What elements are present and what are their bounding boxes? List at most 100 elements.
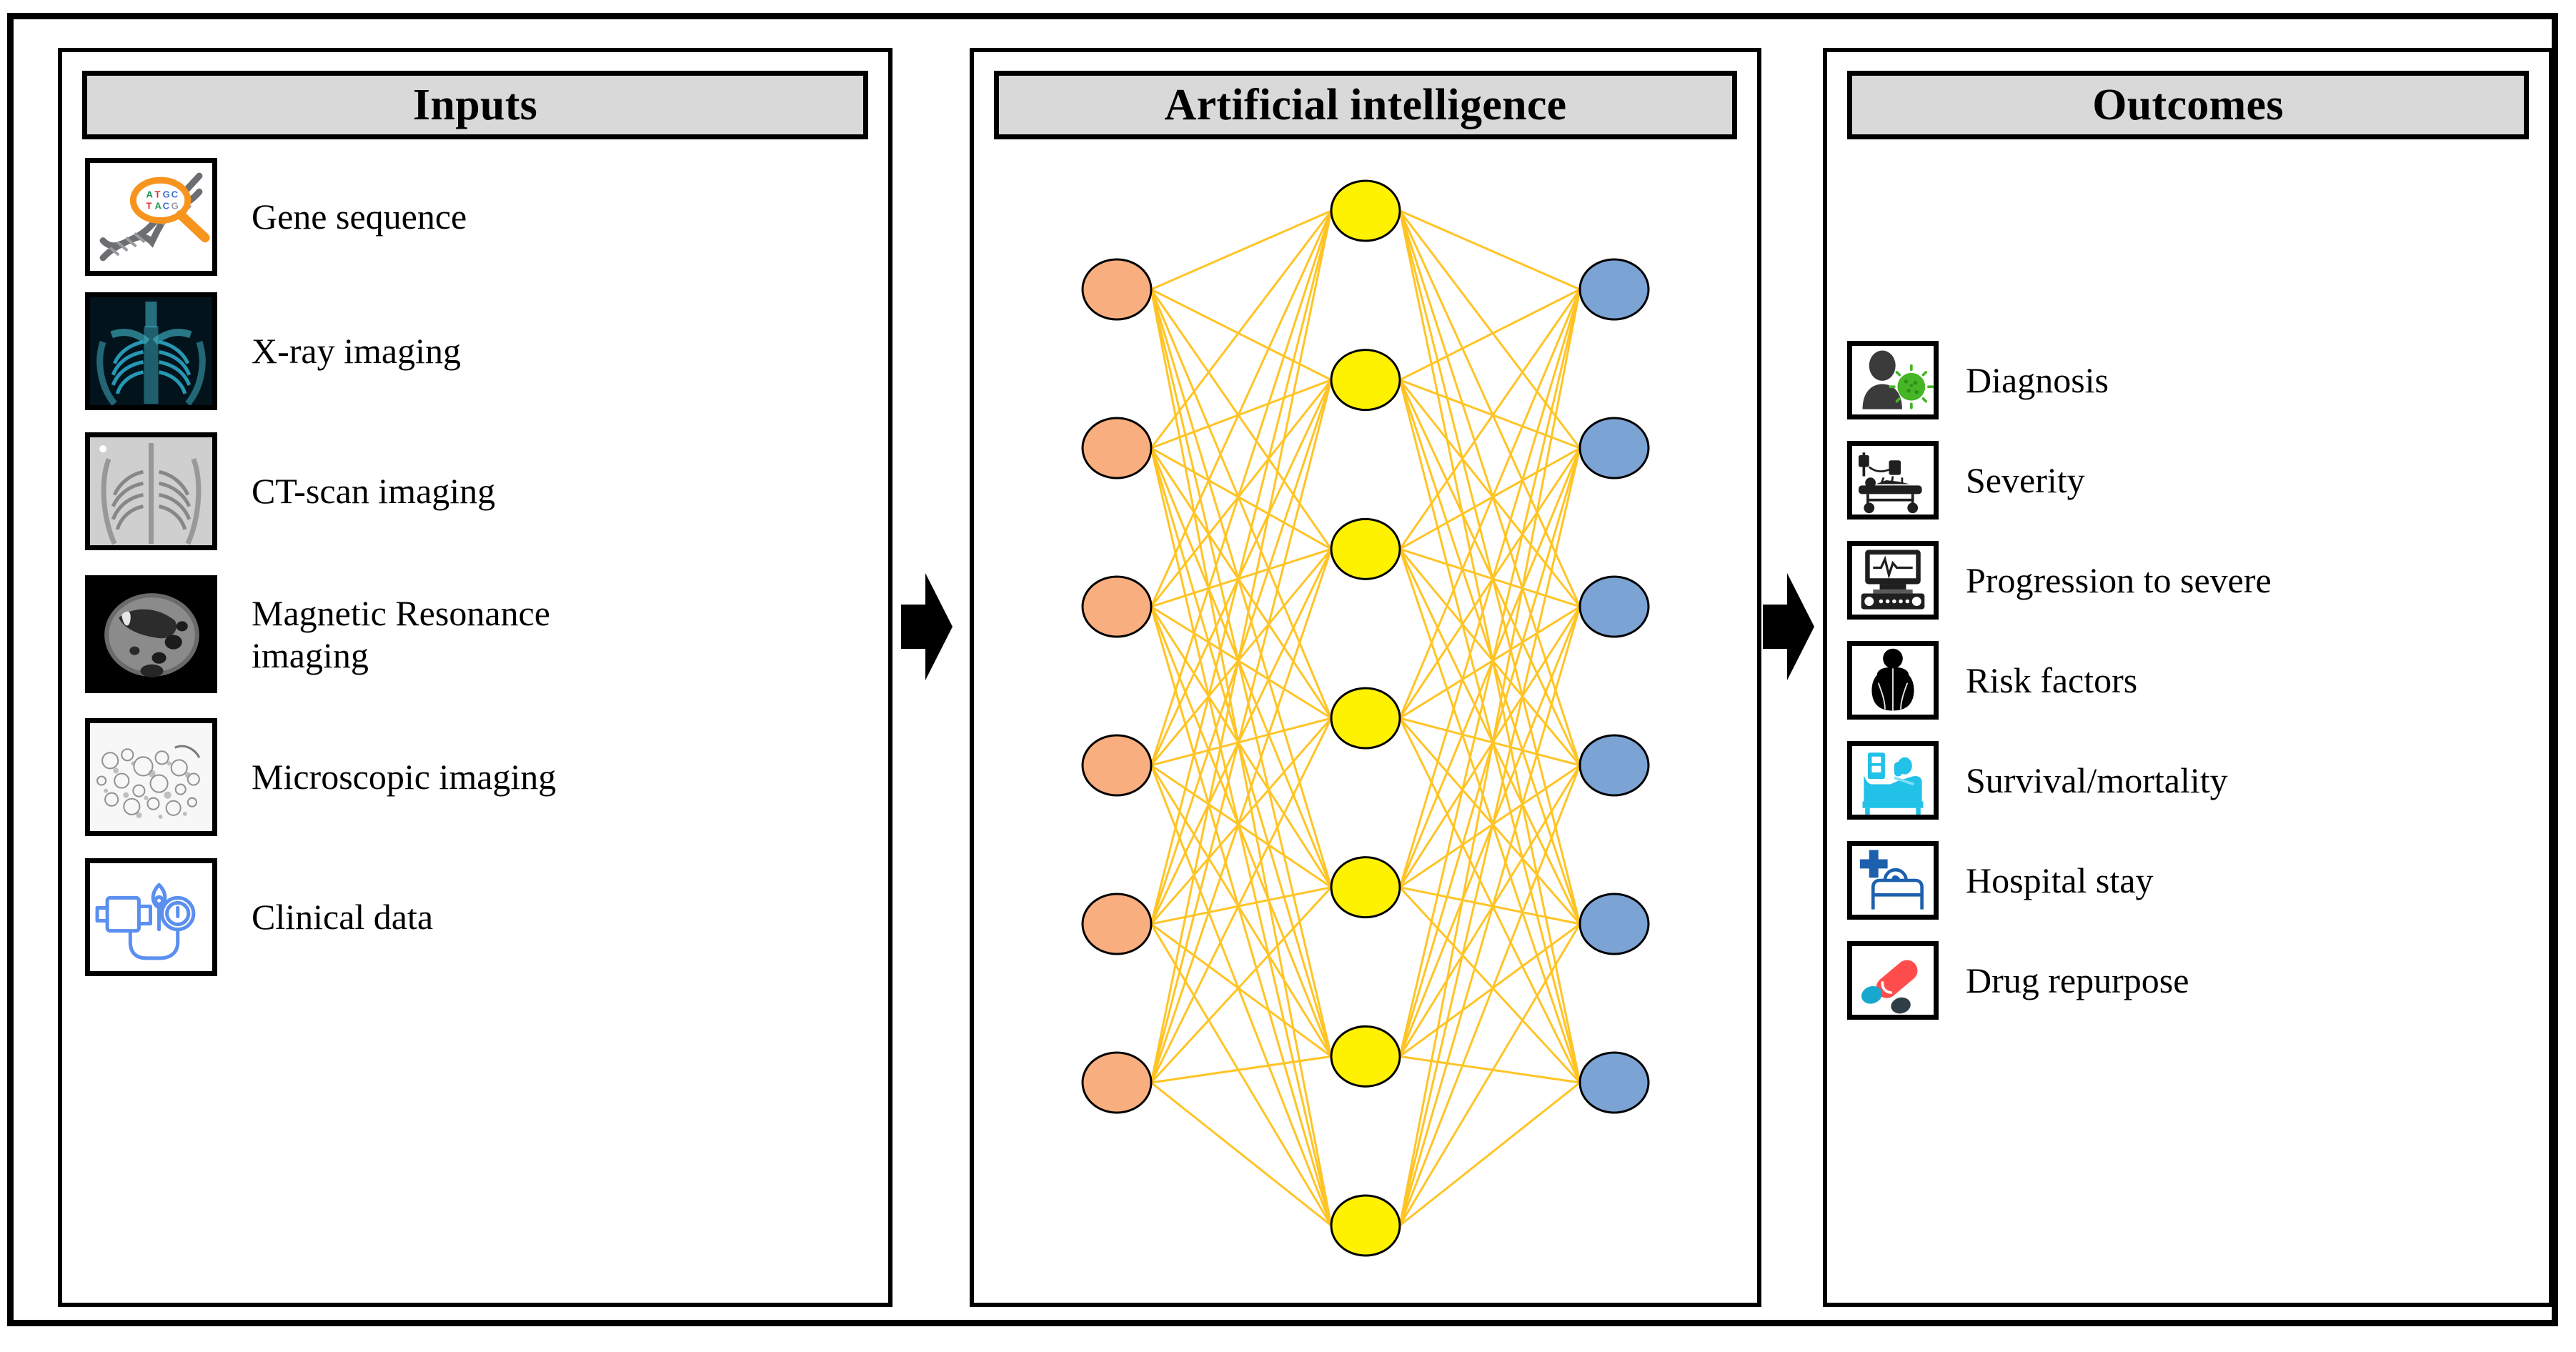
chest-xray-icon <box>85 292 217 410</box>
inputs-title: Inputs <box>412 81 538 129</box>
network-edge <box>1398 289 1581 888</box>
network-edge <box>1150 923 1333 1226</box>
input-item-gene-sequence[interactable]: A T G C T A C G Gene sequence <box>85 158 467 276</box>
inputs-body: A T G C T A C G Gene sequence X-ray imag… <box>62 146 888 1303</box>
network-edge <box>1398 210 1581 1083</box>
svg-text:T: T <box>146 200 151 211</box>
pills-capsule-icon <box>1847 941 1939 1020</box>
svg-text:C: C <box>163 200 170 211</box>
panel-inputs: Inputs A T G C T A C G Gene sequence X-r… <box>58 48 892 1307</box>
hidden-node-7 <box>1330 1194 1401 1257</box>
network-edge <box>1398 765 1581 1058</box>
network-edge <box>1399 209 1581 291</box>
output-node-2 <box>1578 417 1650 479</box>
input-node-5 <box>1081 893 1153 955</box>
ai-title: Artificial intelligence <box>1164 81 1567 129</box>
outcome-label: Diagnosis <box>1966 359 2109 400</box>
svg-text:G: G <box>163 189 170 199</box>
outcome-item-survival-mortality[interactable]: Survival/mortality <box>1847 741 2228 820</box>
input-node-2 <box>1081 417 1153 479</box>
network-edge <box>1150 289 1333 888</box>
network-edge <box>1150 209 1332 291</box>
input-item-clinical-data[interactable]: Clinical data <box>85 858 433 976</box>
outcome-item-risk-factors[interactable]: Risk factors <box>1847 641 2137 720</box>
svg-text:A: A <box>146 189 153 199</box>
output-node-5 <box>1578 893 1650 955</box>
outcome-label: Progression to severe <box>1966 560 2272 600</box>
input-label: Microscopic imaging <box>252 757 557 797</box>
network-edge <box>1399 288 1581 382</box>
outcomes-title: Outcomes <box>2092 81 2284 129</box>
network-edge <box>1150 288 1332 382</box>
hidden-node-1 <box>1330 179 1401 242</box>
dna-magnifier-icon: A T G C T A C G <box>85 158 217 276</box>
hospital-bed-cross-icon <box>1847 841 1939 920</box>
svg-text:A: A <box>155 200 162 211</box>
input-label: Magnetic Resonance imaging <box>252 592 550 675</box>
patient-in-bed-icon <box>1847 741 1939 820</box>
svg-text:C: C <box>171 189 179 199</box>
network-edge <box>1399 547 1581 608</box>
output-node-6 <box>1578 1051 1650 1114</box>
outcome-item-drug-repurpose[interactable]: Drug repurpose <box>1847 941 2189 1020</box>
output-node-4 <box>1578 734 1650 797</box>
network-edge <box>1150 447 1333 1057</box>
input-label: X-ray imaging <box>252 331 461 371</box>
svg-text:G: G <box>171 200 179 211</box>
hidden-node-4 <box>1330 687 1401 750</box>
network-edge <box>1150 717 1333 1083</box>
outcome-item-progression-to-severe[interactable]: Progression to severe <box>1847 541 2272 620</box>
network-edge <box>1150 210 1333 1083</box>
figure-frame: Inputs A T G C T A C G Gene sequence X-r… <box>7 13 2558 1326</box>
network-edge <box>1150 1055 1332 1084</box>
hidden-node-6 <box>1330 1025 1401 1088</box>
outcomes-header: Outcomes <box>1847 71 2529 139</box>
input-node-3 <box>1081 575 1153 638</box>
outcome-label: Hospital stay <box>1966 860 2154 900</box>
input-label: Clinical data <box>252 897 434 937</box>
outcome-label: Survival/mortality <box>1966 760 2228 800</box>
hospital-gurney-icon <box>1847 441 1939 520</box>
hidden-node-2 <box>1330 349 1401 412</box>
outcome-item-hospital-stay[interactable]: Hospital stay <box>1847 841 2153 920</box>
input-node-6 <box>1081 1051 1153 1114</box>
neural-network-svg <box>1081 179 1650 1257</box>
outcome-label: Drug repurpose <box>1966 960 2189 1000</box>
mri-scan-icon <box>85 575 217 693</box>
hidden-node-5 <box>1330 856 1401 919</box>
microscopy-icon <box>85 718 217 836</box>
outcome-label: Risk factors <box>1966 660 2138 700</box>
input-item-xray-imaging[interactable]: X-ray imaging <box>85 292 461 410</box>
ai-to-outcomes-arrow <box>1763 573 1814 680</box>
output-node-1 <box>1578 258 1650 321</box>
input-item-mri-imaging[interactable]: Magnetic Resonance imaging <box>85 575 550 693</box>
outcome-item-diagnosis[interactable]: Diagnosis <box>1847 341 2109 419</box>
input-node-1 <box>1081 258 1153 321</box>
network-edge <box>1150 547 1332 608</box>
inputs-to-ai-arrow <box>901 573 953 680</box>
network-edge <box>1399 1055 1581 1084</box>
network-edge <box>1150 765 1333 1058</box>
panel-outcomes: Outcomes Diagnosis Severity Progression … <box>1823 48 2553 1307</box>
outcome-label: Severity <box>1966 459 2085 500</box>
outcome-item-severity[interactable]: Severity <box>1847 441 2085 520</box>
patient-virus-icon <box>1847 341 1939 419</box>
input-item-ct-scan-imaging[interactable]: CT-scan imaging <box>85 432 495 550</box>
input-node-4 <box>1081 734 1153 797</box>
network-edge <box>1398 717 1581 1083</box>
input-label: CT-scan imaging <box>252 471 496 511</box>
svg-text:T: T <box>155 189 161 199</box>
inputs-header: Inputs <box>82 71 868 139</box>
outcomes-body: Diagnosis Severity Progression to severe… <box>1827 146 2549 1303</box>
input-label: Gene sequence <box>252 197 467 237</box>
input-item-microscopic-imaging[interactable]: Microscopic imaging <box>85 718 556 836</box>
ct-scan-icon <box>85 432 217 550</box>
neural-network-diagram <box>974 146 1757 1303</box>
obesity-person-icon <box>1847 641 1939 720</box>
hidden-node-3 <box>1330 517 1401 580</box>
blood-pressure-monitor-icon <box>85 858 217 976</box>
network-edge <box>1398 923 1581 1226</box>
ecg-monitor-icon <box>1847 541 1939 620</box>
panel-artificial-intelligence: Artificial intelligence <box>970 48 1761 1307</box>
output-node-3 <box>1578 575 1650 638</box>
